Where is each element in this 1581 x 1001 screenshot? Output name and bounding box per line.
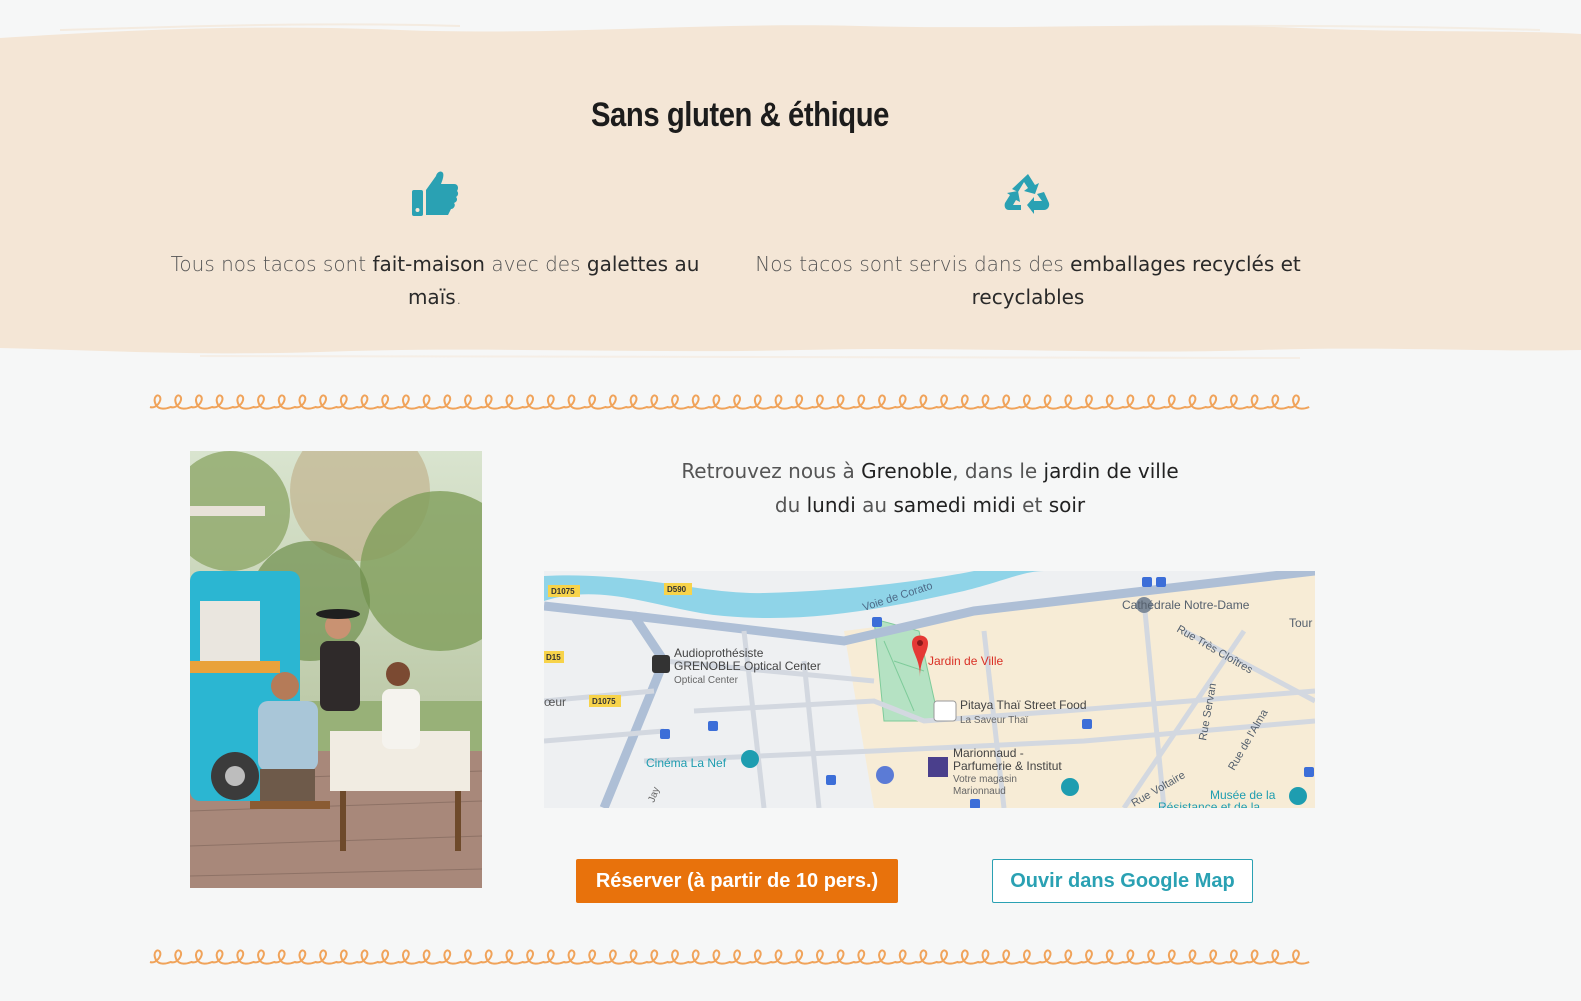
shopping-icon (876, 766, 894, 784)
feature-text-packaging: Nos tacos sont servis dans des emballage… (755, 252, 1301, 309)
map-label-marionnaud-3: Votre magasin (953, 774, 1017, 785)
map-label-musee-2: Résistance et de la (1158, 800, 1260, 808)
reserve-button[interactable]: Réserver (à partir de 10 pers.) (576, 859, 898, 903)
location-text: Retrouvez nous à Grenoble, dans le jardi… (560, 454, 1300, 522)
map-label-audio-1: Audioprothésiste (674, 646, 764, 660)
google-map-embed[interactable]: D1075 D590 D15 D1075 Voie de Corato Cath… (544, 571, 1315, 808)
map-label-d590: D590 (667, 585, 687, 594)
map-label-d1075-a: D1075 (551, 587, 575, 596)
open-google-map-button[interactable]: Ouvir dans Google Map (992, 859, 1253, 903)
map-label-marionnaud-1: Marionnaud - (953, 746, 1024, 760)
map-label-coeur: œur (544, 695, 566, 709)
food-truck-photo (190, 451, 482, 888)
map-label-marionnaud-4: Marionnaud (953, 786, 1006, 797)
map-label-tour: Tour M (1289, 616, 1315, 630)
location-line-1: Retrouvez nous à Grenoble, dans le jardi… (681, 459, 1179, 483)
map-label-marionnaud-2: Parfumerie & Institut (953, 759, 1062, 773)
section-title: Sans gluten & éthique (590, 96, 890, 134)
decorative-divider-top (149, 394, 1310, 410)
museum-icon (1289, 787, 1307, 805)
map-label-pitaya-2: La Saveur Thaï (960, 715, 1028, 726)
map-label-audio-3: Optical Center (674, 675, 739, 686)
map-label-jardin: Jardin de Ville (928, 654, 1003, 668)
camera-icon (1061, 778, 1079, 796)
map-label-cathedrale: Cathédrale Notre-Dame (1122, 598, 1250, 612)
recycle-icon (1004, 170, 1052, 222)
map-label-pitaya-1: Pitaya Thaï Street Food (960, 698, 1087, 712)
map-label-d15: D15 (546, 653, 561, 662)
map-label-d1075-b: D1075 (592, 697, 616, 706)
location-line-2: du lundi au samedi midi et soir (774, 493, 1086, 517)
section-background-band (0, 23, 1581, 360)
feature-text-homemade: Tous nos tacos sont fait-maison avec des… (170, 252, 700, 309)
map-label-cinema: Cinéma La Nef (646, 756, 727, 770)
map-label-audio-2: GRENOBLE Optical Center (674, 659, 821, 673)
decorative-divider-bottom (149, 949, 1310, 965)
cinema-icon (741, 750, 759, 768)
thumbs-up-icon (410, 168, 460, 222)
